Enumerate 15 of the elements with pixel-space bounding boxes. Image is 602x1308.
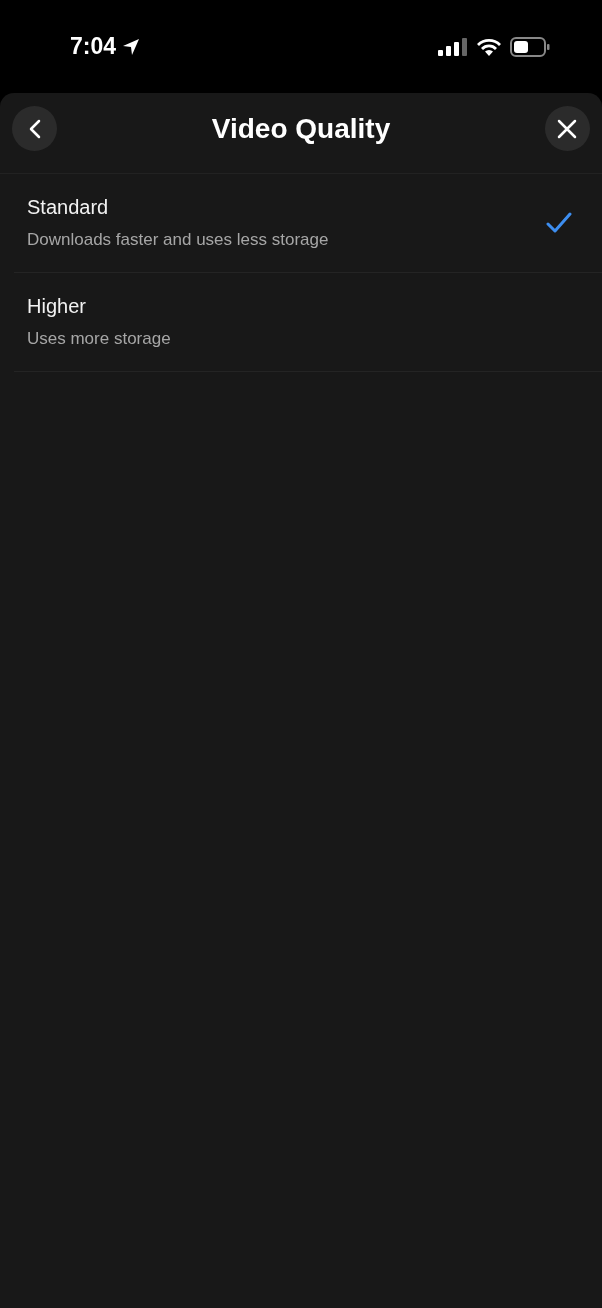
- signal-icon: [438, 37, 468, 56]
- location-arrow-icon: [122, 37, 141, 56]
- option-title[interactable]: Standard: [27, 196, 546, 219]
- clock-time: 7:04: [70, 33, 117, 60]
- back-icon: [27, 118, 42, 139]
- close-icon: [557, 118, 578, 139]
- screen-title: Video Quality: [211, 112, 391, 145]
- option-description: Uses more storage: [27, 329, 172, 349]
- option-title[interactable]: Higher: [27, 295, 546, 318]
- back-button[interactable]: [12, 106, 57, 151]
- option-description: Downloads faster and uses less storage: [27, 230, 330, 250]
- battery-icon: [510, 36, 550, 57]
- option-row[interactable]: Higher Uses more storage: [14, 273, 602, 372]
- wifi-icon: [476, 37, 502, 56]
- close-button[interactable]: [545, 106, 590, 151]
